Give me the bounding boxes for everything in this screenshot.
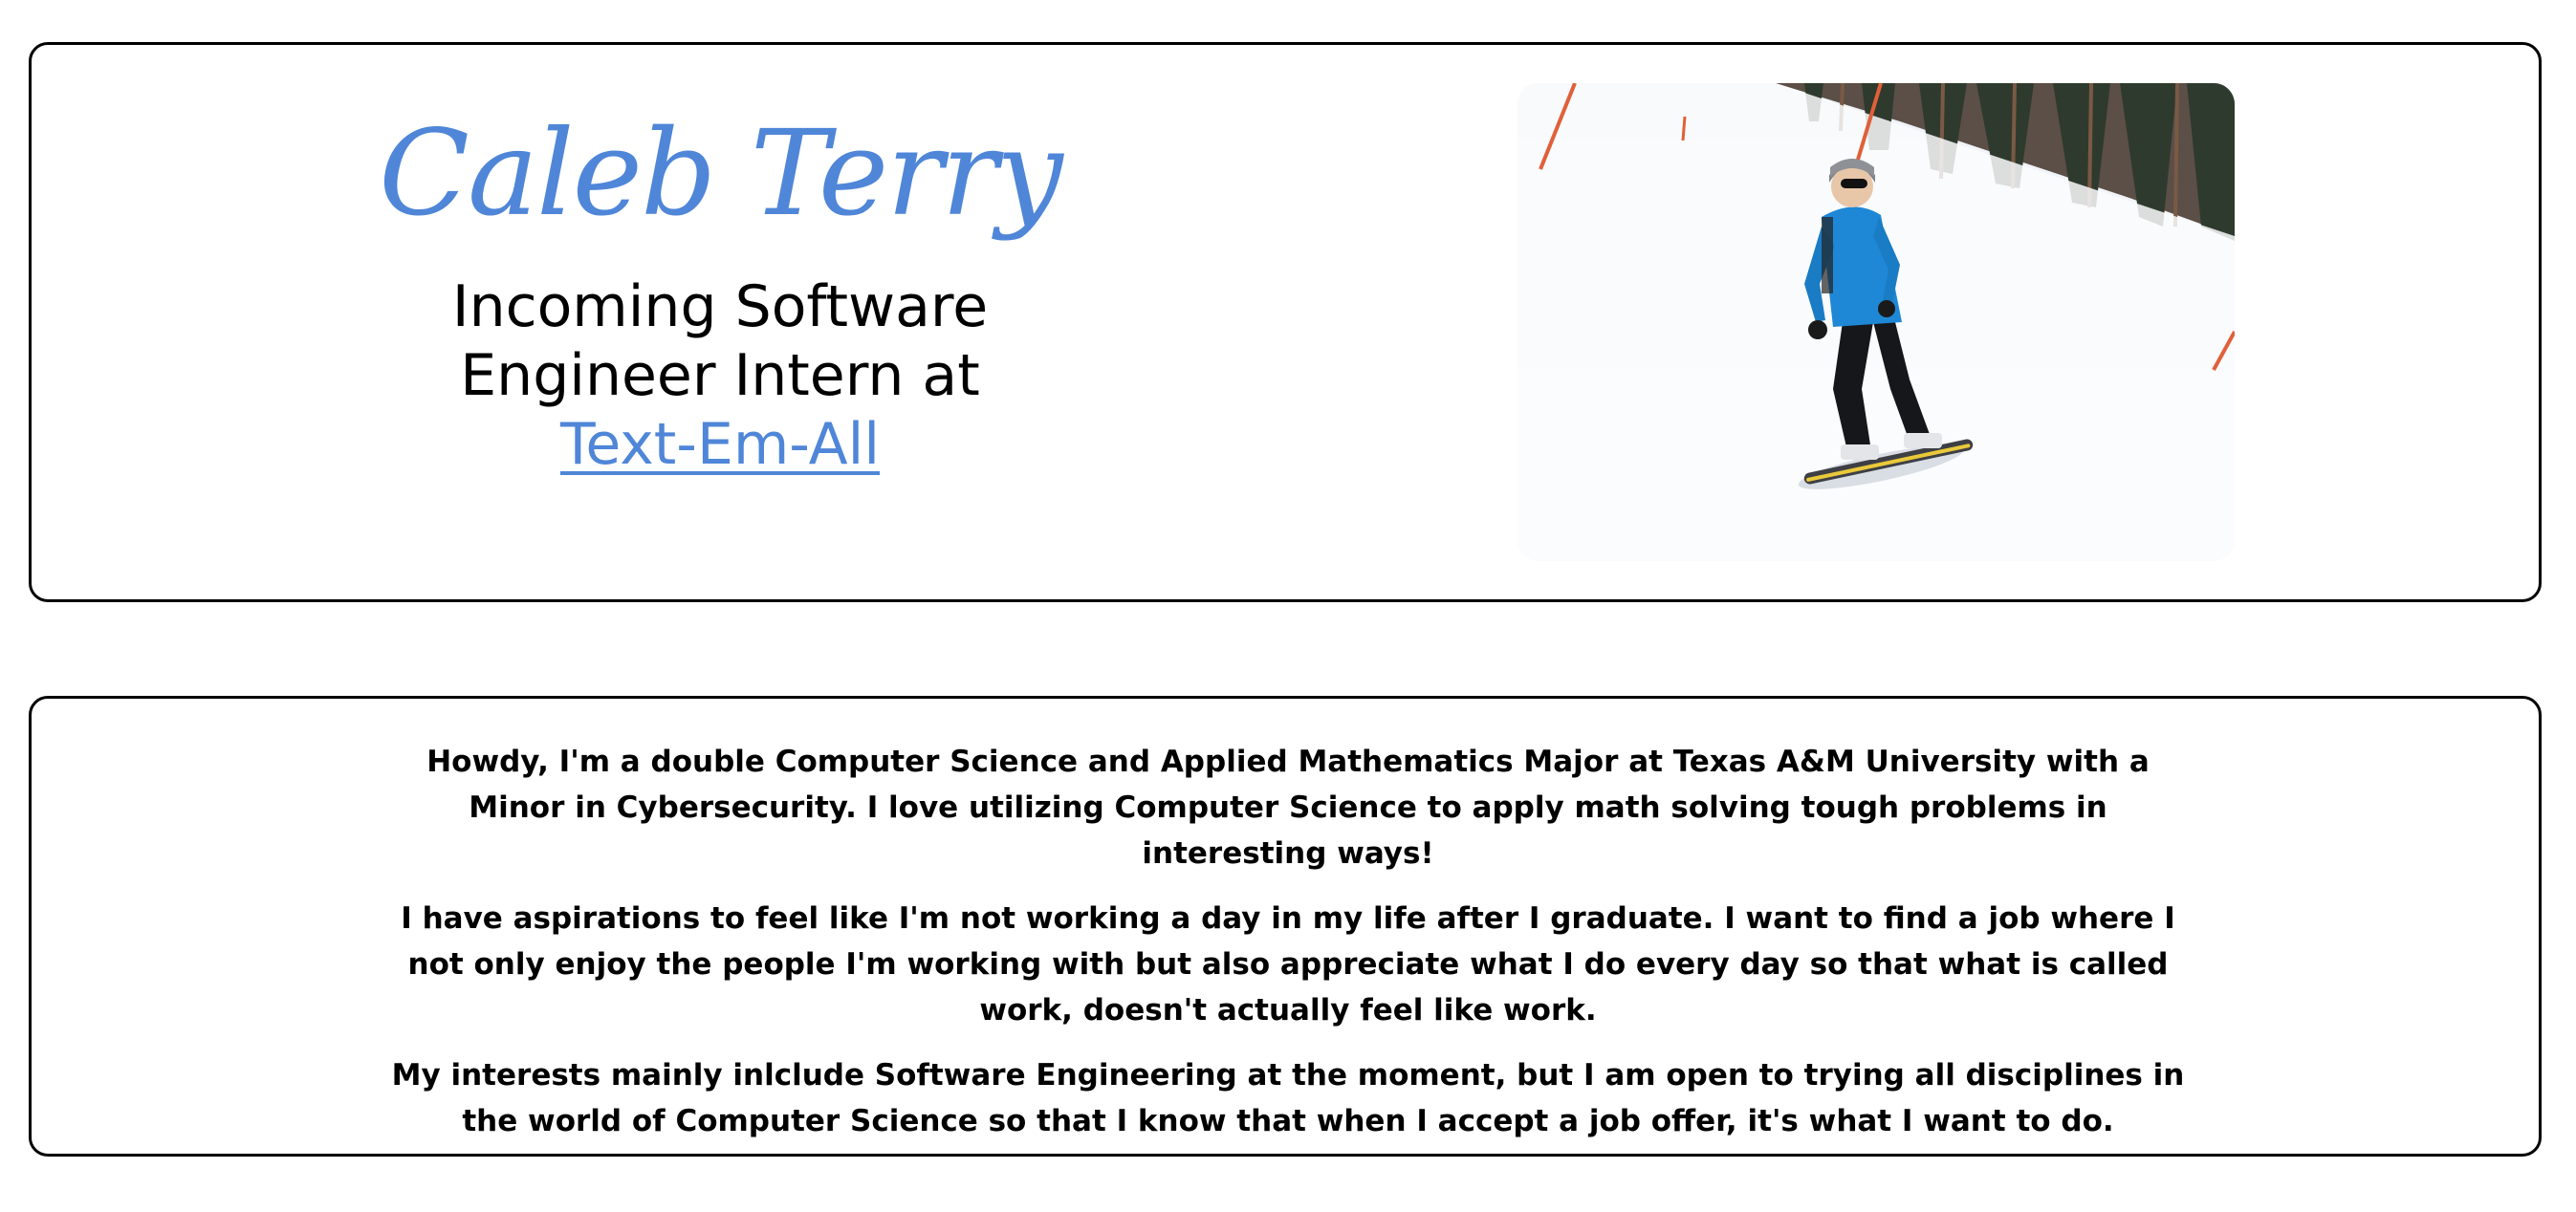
about-paragraph-2: I have aspirations to feel like I'm not … (401, 901, 2175, 1028)
role-title: Incoming Software Engineer Intern at Tex… (357, 272, 1083, 479)
photo-illustration (1517, 83, 2235, 561)
hero-intro: Caleb Terry Incoming Software Engineer I… (357, 102, 1083, 479)
about-paragraph-3: My interests mainly inlclude Software En… (391, 1058, 2185, 1138)
about-card: Howdy, I'm a double Computer Science and… (29, 696, 2542, 1157)
name-heading: Caleb Terry (379, 105, 1063, 243)
hero-card: Caleb Terry Incoming Software Engineer I… (29, 42, 2542, 602)
role-line-2: Engineer Intern at (460, 342, 980, 409)
company-link[interactable]: Text-Em-All (560, 411, 880, 478)
role-line-1: Incoming Software (451, 273, 989, 340)
about-text: Howdy, I'm a double Computer Science and… (376, 739, 2200, 1163)
snowboarder-photo (1517, 83, 2235, 561)
about-paragraph-1: Howdy, I'm a double Computer Science and… (426, 745, 2150, 871)
